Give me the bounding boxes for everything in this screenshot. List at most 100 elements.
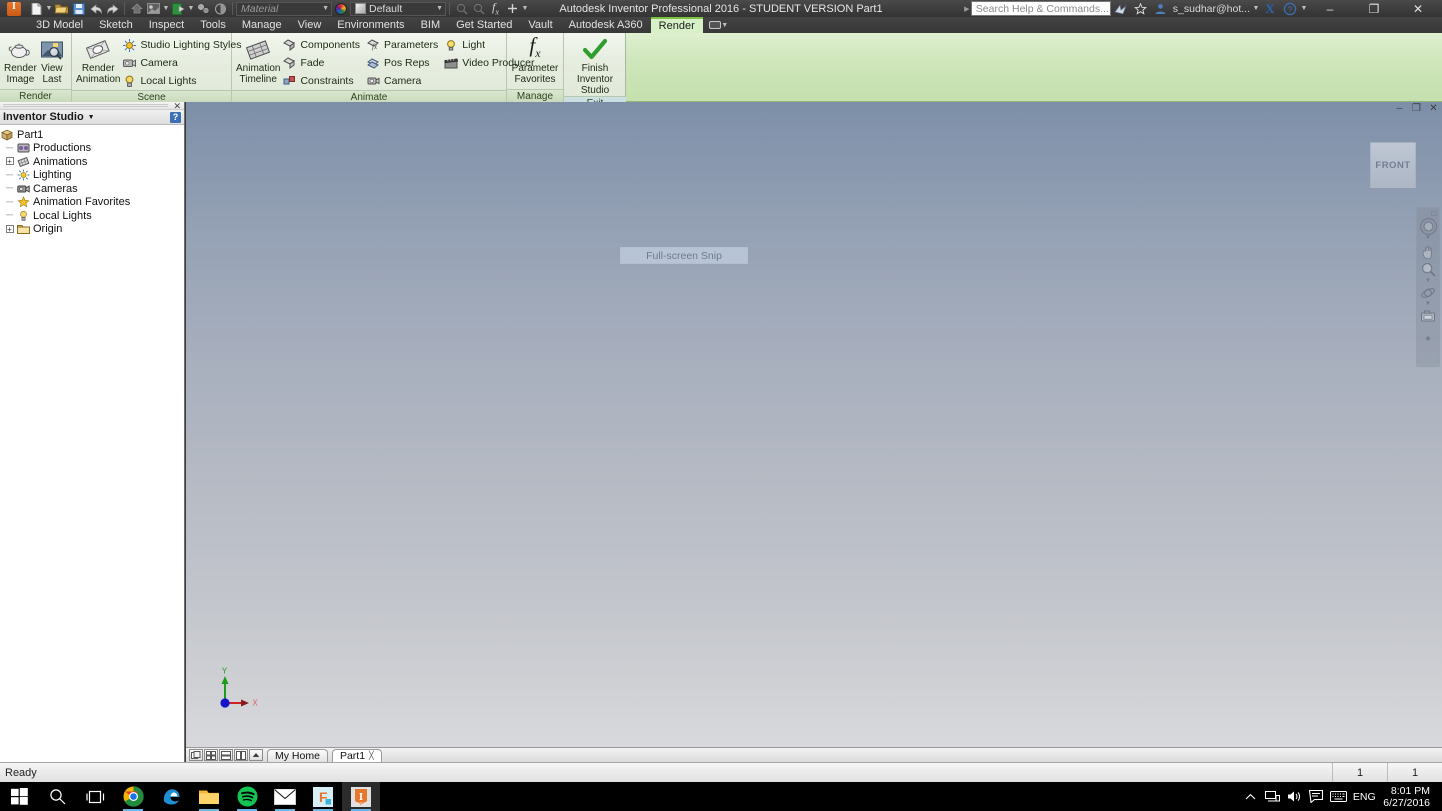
tab-sketch[interactable]: Sketch — [91, 17, 141, 33]
tab-inspect[interactable]: Inspect — [141, 17, 192, 33]
document-tab-part1[interactable]: Part1 ╳ — [331, 748, 382, 762]
close-icon[interactable]: ╳ — [369, 751, 374, 760]
search-input[interactable]: Search Help & Commands... — [970, 1, 1111, 16]
autodesk-exchange-icon[interactable]: X — [1260, 1, 1280, 17]
render-image-button[interactable]: Render Image — [4, 35, 37, 85]
pan-hand-icon[interactable] — [1417, 244, 1439, 261]
network-icon[interactable] — [1261, 782, 1283, 811]
account-caret-icon[interactable]: ▼ — [1252, 1, 1260, 17]
task-view-icon[interactable] — [76, 782, 114, 811]
mail-icon[interactable] — [266, 782, 304, 811]
spotify-icon[interactable] — [228, 782, 266, 811]
clear-material-icon[interactable] — [470, 1, 487, 17]
clear-appearance-icon[interactable] — [453, 1, 470, 17]
material-combo[interactable]: Material ▼ — [236, 1, 332, 16]
view-cube[interactable]: FRONT — [1370, 142, 1416, 188]
tree-node-origin[interactable]: + Origin — [0, 223, 184, 237]
document-minimize-button[interactable]: – — [1393, 103, 1406, 114]
animate-components-button[interactable]: Components — [280, 36, 364, 54]
tree-node-cameras[interactable]: ─ Cameras — [0, 182, 184, 196]
fx-parameters-icon[interactable]: fx — [487, 0, 504, 16]
undo-arrow-icon[interactable] — [87, 1, 104, 17]
chevron-up-icon[interactable] — [1239, 782, 1261, 811]
tab-vault[interactable]: Vault — [520, 17, 560, 33]
vertical-split-icon[interactable] — [234, 749, 248, 761]
start-button[interactable] — [0, 782, 38, 811]
tab-autodesk-a360[interactable]: Autodesk A360 — [561, 17, 651, 33]
search-icon[interactable] — [38, 782, 76, 811]
orbit-icon[interactable] — [1417, 284, 1439, 301]
file-explorer-icon[interactable] — [190, 782, 228, 811]
steering-wheel-icon[interactable] — [1417, 218, 1439, 235]
animate-camera-button[interactable]: Camera — [364, 72, 442, 90]
help-question-icon[interactable]: ? — [170, 111, 181, 123]
shadow-sphere-icon[interactable] — [212, 1, 229, 17]
keyboard-icon[interactable] — [1327, 782, 1349, 811]
application-menu-button[interactable] — [0, 0, 28, 17]
camera-button[interactable]: Camera — [120, 54, 245, 72]
component-icon[interactable] — [195, 1, 212, 17]
expand-icon[interactable]: + — [3, 224, 16, 234]
tree-node-lighting[interactable]: ─ Lighting — [0, 169, 184, 183]
close-window-button[interactable]: ✕ — [1396, 0, 1440, 17]
account-name[interactable]: s_sudhar@hot... — [1171, 3, 1252, 15]
appearance-caret-icon[interactable]: ▼ — [162, 1, 170, 17]
redo-arrow-icon[interactable] — [104, 1, 121, 17]
tab-3d-model[interactable]: 3D Model — [28, 17, 91, 33]
render-animation-button[interactable]: Render Animation — [76, 35, 120, 85]
tab-render[interactable]: Render — [650, 17, 703, 33]
tree-node-animations[interactable]: + Animations — [0, 155, 184, 169]
speaker-icon[interactable] — [1283, 782, 1305, 811]
help-caret-icon[interactable]: ▼ — [1300, 1, 1308, 17]
browser-header[interactable]: Inventor Studio ▼ ? — [0, 110, 184, 125]
home-icon[interactable] — [128, 1, 145, 17]
appearance-combo[interactable]: Default ▼ — [350, 1, 446, 16]
chrome-icon[interactable] — [114, 782, 152, 811]
tile-windows-icon[interactable] — [204, 749, 218, 761]
animate-posreps-button[interactable]: Pos Reps — [364, 54, 442, 72]
horizontal-split-icon[interactable] — [219, 749, 233, 761]
language-indicator[interactable]: ENG — [1349, 782, 1379, 811]
document-tab-my-home[interactable]: My Home — [267, 748, 328, 762]
new-document-caret-icon[interactable]: ▼ — [45, 1, 53, 17]
maximize-window-button[interactable]: ❐ — [1352, 0, 1396, 17]
tab-environments[interactable]: Environments — [329, 17, 412, 33]
close-icon[interactable]: ✕ — [173, 102, 181, 111]
document-restore-button[interactable]: ❐ — [1410, 103, 1423, 114]
look-at-camera-icon[interactable] — [1417, 307, 1439, 324]
action-center-message-icon[interactable] — [1305, 782, 1327, 811]
more-options-icon[interactable]: ◉ — [1425, 336, 1430, 342]
fusion-icon[interactable]: F — [304, 782, 342, 811]
share-icon[interactable] — [1111, 1, 1131, 17]
document-close-button[interactable]: ✕ — [1427, 103, 1440, 114]
edge-icon[interactable] — [152, 782, 190, 811]
animate-fade-button[interactable]: Fade — [280, 54, 364, 72]
add-to-qat-icon[interactable] — [504, 1, 521, 17]
chevron-down-icon[interactable]: ▼ — [88, 114, 95, 121]
user-account-icon[interactable] — [1151, 1, 1171, 17]
tree-node-productions[interactable]: ─ Productions — [0, 142, 184, 156]
tab-view[interactable]: View — [290, 17, 330, 33]
view-last-button[interactable]: View Last — [37, 35, 67, 85]
tree-node-part1[interactable]: Part1 — [0, 128, 184, 142]
favorites-star-icon[interactable] — [1131, 1, 1151, 17]
tab-tools[interactable]: Tools — [192, 17, 234, 33]
animate-constraints-button[interactable]: Constraints — [280, 72, 364, 90]
animate-parameters-button[interactable]: fx Parameters — [364, 36, 442, 54]
save-disk-icon[interactable] — [70, 1, 87, 17]
tab-manage[interactable]: Manage — [234, 17, 290, 33]
browser-drag-handle[interactable]: ✕ — [0, 102, 184, 111]
material-color-wheel-icon[interactable] — [335, 2, 347, 15]
visual-style-caret-icon[interactable]: ▼ — [187, 1, 195, 17]
local-lights-button[interactable]: Local Lights — [120, 72, 245, 90]
chevron-up-icon[interactable] — [249, 749, 263, 761]
tab-get-started[interactable]: Get Started — [448, 17, 520, 33]
visual-style-icon[interactable] — [170, 1, 187, 17]
minimize-window-button[interactable]: – — [1308, 0, 1352, 17]
clock[interactable]: 8:01 PM 6/27/2016 — [1379, 785, 1436, 809]
graphics-viewport[interactable]: – ❐ ✕ Full-screen Snip FRONT ☐ ▼ ▼ ▼ ◉ Y… — [186, 102, 1442, 747]
studio-lighting-styles-button[interactable]: Studio Lighting Styles — [120, 36, 245, 54]
open-folder-icon[interactable] — [53, 1, 70, 17]
tree-node-local-lights[interactable]: ─ Local Lights — [0, 209, 184, 223]
search-expand-caret-icon[interactable]: ▶ — [963, 1, 971, 17]
